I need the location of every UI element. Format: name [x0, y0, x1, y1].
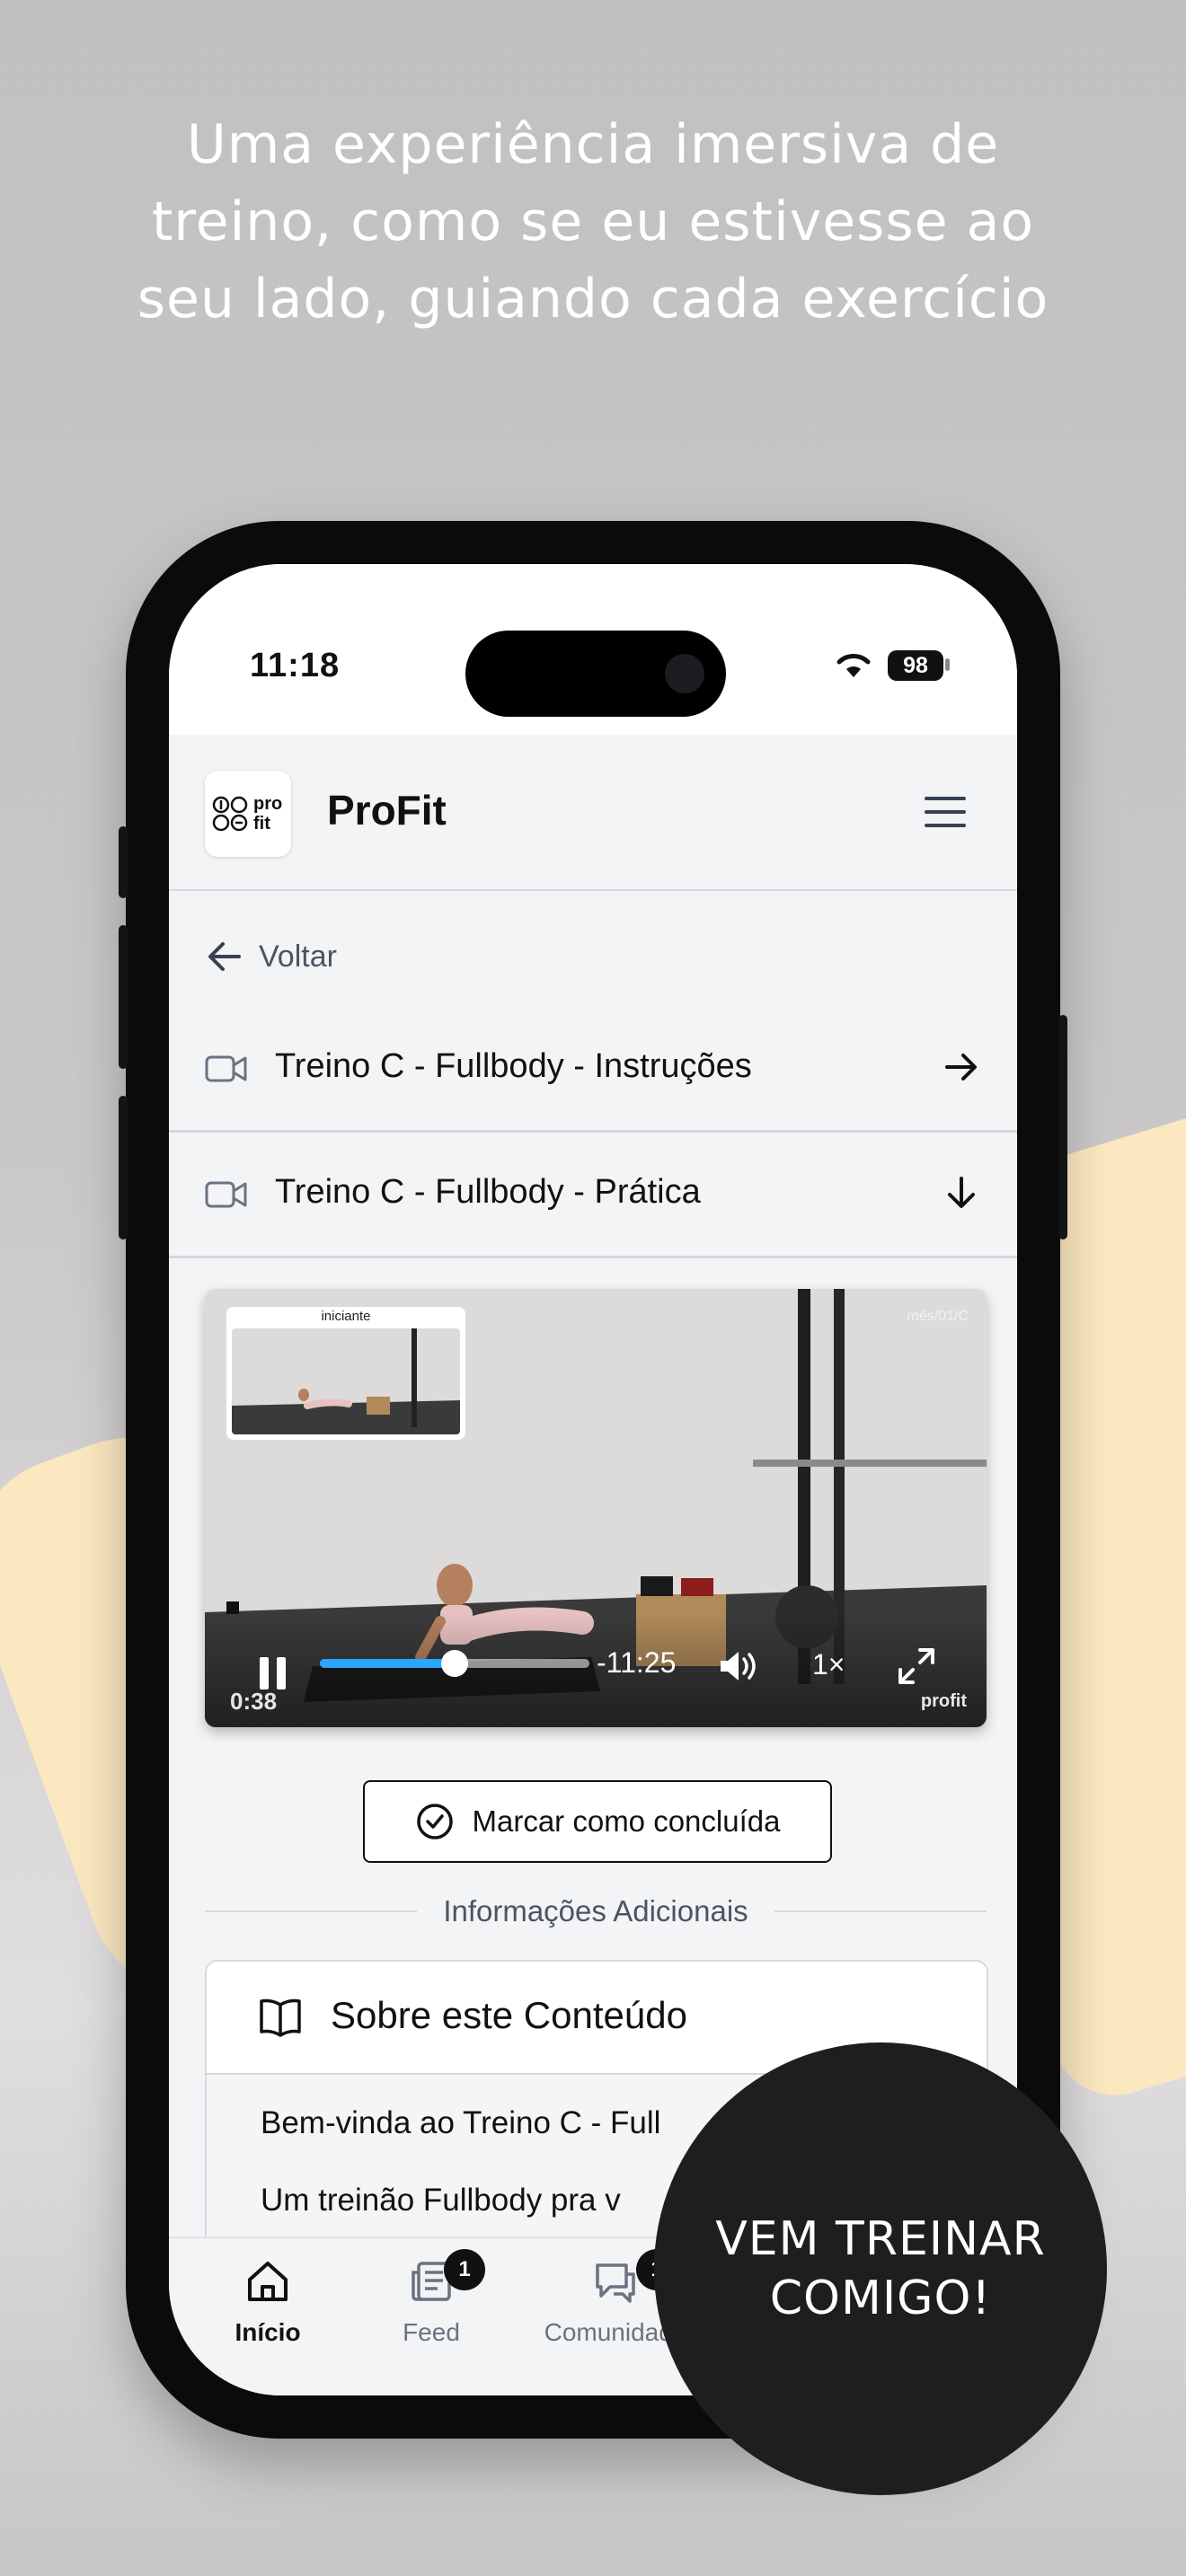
battery-tip [945, 658, 950, 671]
phone-action-button [119, 826, 128, 898]
dynamic-island [465, 631, 726, 717]
back-label: Voltar [259, 939, 337, 974]
battery-indicator: 98 [888, 650, 943, 681]
video-tag: mês/01/C [907, 1309, 969, 1324]
hamburger-menu-icon[interactable] [924, 794, 967, 830]
video-watermark: profit [920, 1691, 967, 1711]
tab-label: Início [235, 2318, 301, 2346]
phone-volume-down [119, 1096, 128, 1239]
tab-inicio[interactable]: Início [205, 2256, 331, 2347]
about-paragraph: Um treinão Fullbody pra v [261, 2183, 621, 2218]
video-time-remaining: -11:25 [597, 1646, 677, 1679]
cta-badge[interactable]: VEM TREINAR COMIGO! [654, 2042, 1107, 2495]
wifi-icon [836, 654, 871, 677]
lesson-item-instrucoes[interactable]: Treino C - Fullbody - Instruções [169, 1008, 1017, 1133]
tab-feed[interactable]: Feed 1 [368, 2249, 494, 2347]
front-camera [665, 654, 704, 693]
promo-headline: Uma experiência imersiva de treino, como… [137, 113, 1049, 331]
lesson-item-pratica[interactable]: Treino C - Fullbody - Prática [169, 1134, 1017, 1258]
notification-badge: 1 [444, 2249, 485, 2290]
pip-preview[interactable]: iniciante [226, 1307, 465, 1440]
video-progress-fill [320, 1659, 455, 1668]
logo-wordmark: pro fit [253, 794, 282, 834]
about-paragraph: Bem-vinda ao Treino C - Full [261, 2105, 661, 2140]
mark-complete-label: Marcar como concluída [472, 1804, 781, 1838]
pip-thumbnail [232, 1328, 460, 1434]
pause-icon[interactable] [257, 1655, 289, 1691]
chat-icon [596, 2263, 635, 2303]
pip-scene [232, 1328, 460, 1434]
section-divider: Informações Adicionais [205, 1889, 987, 1934]
app-title: ProFit [327, 787, 447, 834]
lesson-title: Treino C - Fullbody - Prática [275, 1173, 701, 1211]
book-open-icon [260, 1998, 301, 2037]
app-logo[interactable]: pro fit [205, 771, 291, 857]
arrow-down-icon [948, 1177, 975, 1208]
divider-line-right [774, 1910, 987, 1912]
status-bar: 11:18 98 [169, 564, 1017, 735]
arrow-left-icon [208, 942, 241, 971]
video-scrubber-handle[interactable] [441, 1650, 468, 1677]
volume-icon[interactable] [717, 1648, 762, 1684]
video-progress-bar[interactable] [320, 1650, 589, 1677]
playback-speed-button[interactable]: 1× [812, 1648, 845, 1681]
video-camera-icon [205, 1055, 247, 1082]
home-icon [248, 2262, 288, 2301]
video-player[interactable]: iniciante mês/01/C -11:25 1× 0:38 profit [205, 1289, 987, 1727]
logo-dots-icon [212, 796, 248, 832]
about-card-title: Sobre este Conteúdo [331, 1994, 687, 2036]
fullscreen-icon[interactable] [897, 1646, 936, 1686]
lesson-title: Treino C - Fullbody - Instruções [275, 1047, 752, 1085]
check-circle-icon [416, 1804, 453, 1839]
logo-text-pro: pro [253, 794, 283, 814]
cta-text: VEM TREINAR COMIGO! [715, 2212, 1046, 2325]
app-header: pro fit ProFit [169, 735, 1017, 891]
status-time: 11:18 [250, 647, 341, 684]
tab-label: Feed [403, 2318, 460, 2346]
mark-complete-button[interactable]: Marcar como concluída [363, 1780, 832, 1863]
video-time-elapsed: 0:38 [230, 1688, 278, 1715]
pip-label: iniciante [321, 1309, 371, 1324]
video-camera-icon [205, 1181, 247, 1208]
video-controls [205, 1612, 987, 1727]
phone-volume-up [119, 925, 128, 1069]
back-button[interactable]: Voltar [207, 934, 337, 979]
phone-power-button [1058, 1015, 1067, 1239]
logo-text-fit: fit [253, 814, 270, 834]
arrow-right-icon [945, 1054, 977, 1081]
